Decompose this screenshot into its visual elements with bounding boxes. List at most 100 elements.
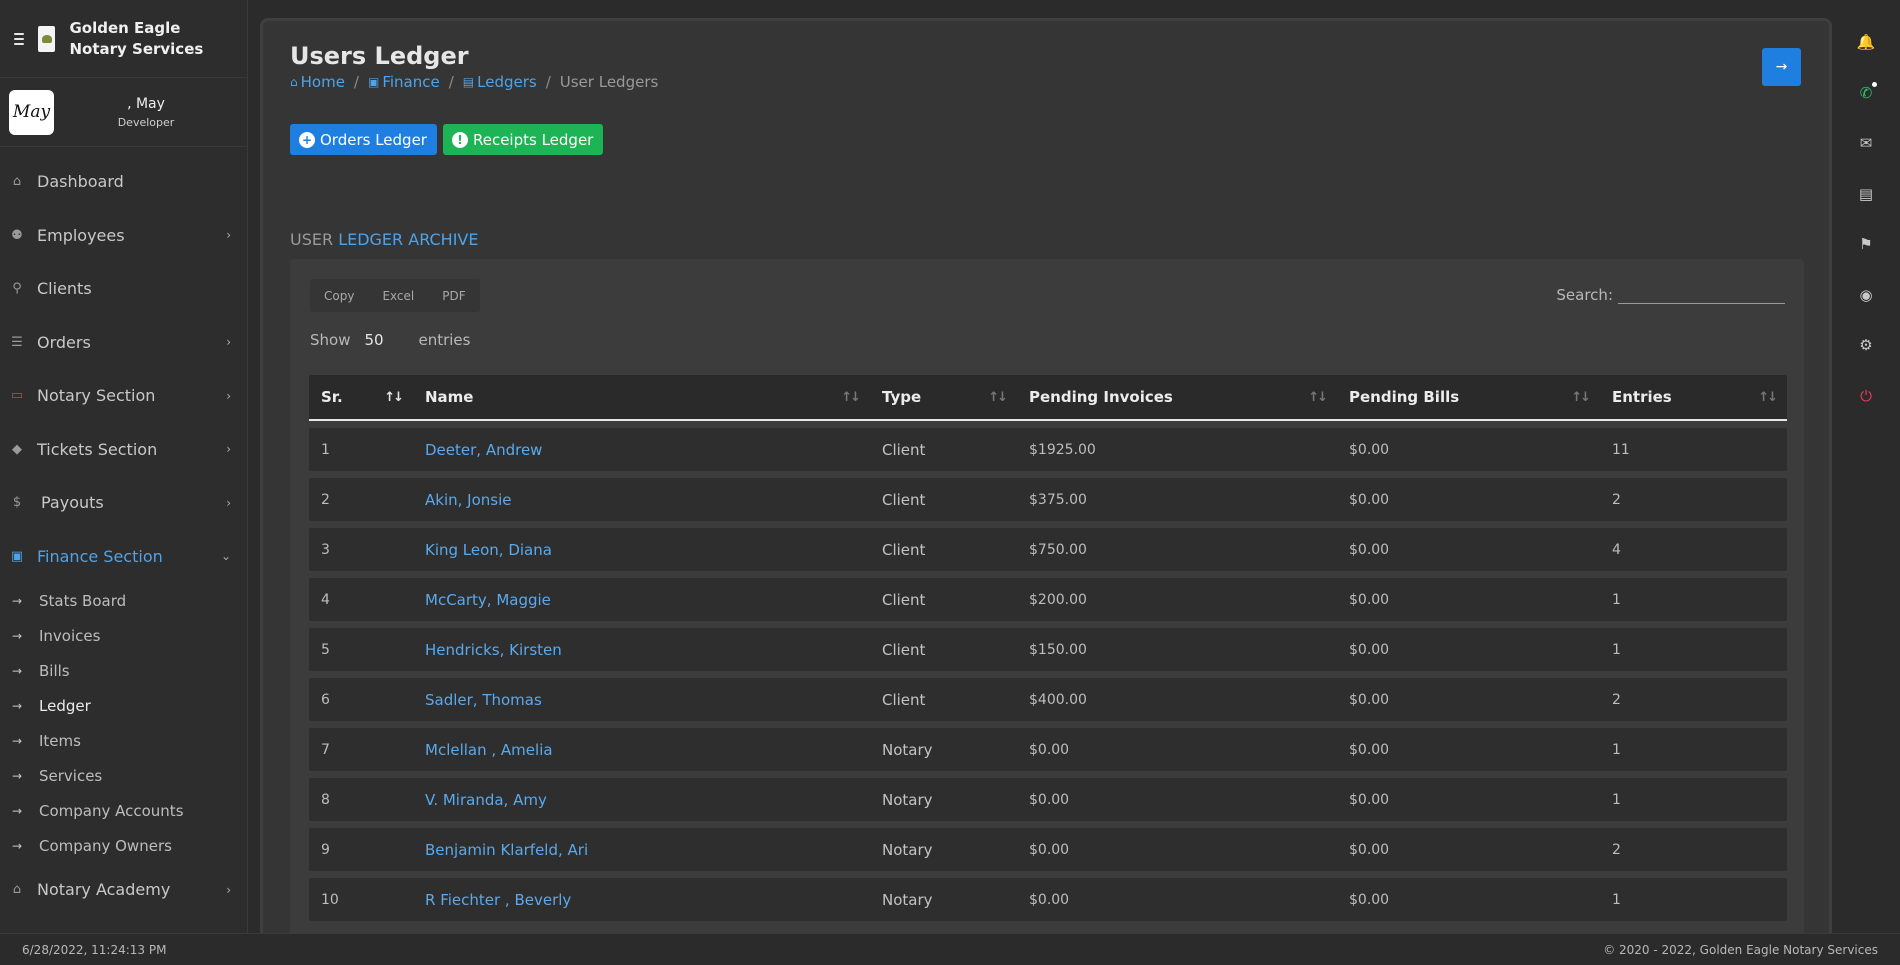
column-header-name[interactable]: Name ↑↓: [413, 375, 870, 419]
sidebar-item-employees[interactable]: ⚉ Employees ›: [0, 209, 247, 263]
chevron-right-icon: ›: [226, 388, 231, 403]
sidebar-subitem-services[interactable]: → Services: [0, 758, 247, 793]
cell-pending-invoices: $1925.00: [1029, 441, 1096, 458]
sidebar-subitem-company-owners[interactable]: → Company Owners: [0, 828, 247, 863]
arrow-right-icon: →: [12, 698, 23, 713]
copy-button[interactable]: Copy: [310, 279, 368, 312]
sidebar-subitem-label: Invoices: [39, 626, 101, 645]
sidebar-subitem-invoices[interactable]: → Invoices: [0, 618, 247, 653]
cell-pending-invoices: $400.00: [1029, 691, 1087, 708]
breadcrumb-finance[interactable]: ▣ Finance: [368, 73, 440, 91]
cell-entries: 1: [1612, 591, 1621, 608]
cell-pending-bills: $0.00: [1349, 841, 1390, 858]
sidebar-item-finance-section[interactable]: ▣ Finance Section ⌄: [0, 530, 247, 584]
cell-sr: 6: [321, 691, 330, 708]
money-icon: ▣: [367, 75, 380, 89]
users-icon: ⚉: [11, 227, 23, 243]
breadcrumb-separator: /: [545, 73, 551, 91]
breadcrumb-home[interactable]: ⌂ Home: [290, 73, 345, 91]
cell-name-link[interactable]: Benjamin Klarfeld, Ari: [413, 841, 870, 859]
button-label: Orders Ledger: [320, 130, 427, 149]
sidebar-item-label: Dashboard: [37, 172, 124, 192]
bell-icon[interactable]: 🔔: [1854, 30, 1878, 54]
cell-pending-bills: $0.00: [1349, 741, 1390, 758]
cell-name-link[interactable]: V. Miranda, Amy: [413, 791, 870, 809]
arrow-right-icon: →: [12, 768, 23, 783]
cell-name-link[interactable]: McCarty, Maggie: [413, 591, 870, 609]
cell-pending-bills: $0.00: [1349, 791, 1390, 808]
excel-button[interactable]: Excel: [368, 279, 428, 312]
cell-pending-invoices: $375.00: [1029, 491, 1087, 508]
exclamation-circle-icon: !: [451, 131, 468, 148]
book-icon[interactable]: ▤: [1854, 182, 1878, 206]
forward-button[interactable]: →: [1762, 48, 1801, 86]
user-circle-icon[interactable]: ◉: [1854, 283, 1878, 307]
user-card[interactable]: May , May Developer: [0, 78, 247, 147]
sidebar-subitem-stats-board[interactable]: → Stats Board: [0, 583, 247, 618]
sidebar-item-notary-section[interactable]: ▭ Notary Section ›: [0, 369, 247, 423]
sidebar-item-clients[interactable]: ⚲ Clients: [0, 262, 247, 316]
cell-entries: 2: [1612, 841, 1621, 858]
cell-type: Client: [882, 540, 926, 559]
settings-icon[interactable]: ⚙: [1854, 333, 1878, 357]
cell-name-link[interactable]: Akin, Jonsie: [413, 491, 870, 509]
cell-sr: 10: [321, 891, 339, 908]
user-name: , May: [127, 95, 165, 112]
column-header-pending-invoices[interactable]: Pending Invoices ↑↓: [1017, 375, 1337, 419]
chevron-right-icon: ›: [226, 495, 231, 510]
pdf-button[interactable]: PDF: [428, 279, 479, 312]
sidebar-subitem-ledger[interactable]: → Ledger: [0, 688, 247, 723]
whatsapp-icon[interactable]: ✆: [1854, 81, 1878, 105]
flag-icon[interactable]: ⚑: [1854, 232, 1878, 256]
orders-ledger-button[interactable]: + Orders Ledger: [290, 124, 437, 155]
column-header-type[interactable]: Type ↑↓: [870, 375, 1017, 419]
cell-sr: 8: [321, 791, 330, 808]
breadcrumb-current: User Ledgers: [559, 73, 659, 91]
breadcrumb-ledgers[interactable]: ▤ Ledgers: [463, 73, 537, 91]
sidebar-item-notary-academy[interactable]: ⌂ Notary Academy ›: [0, 863, 247, 917]
cell-pending-bills: $0.00: [1349, 491, 1390, 508]
cell-name-link[interactable]: R Fiechter , Beverly: [413, 891, 870, 909]
cell-name-link[interactable]: Hendricks, Kirsten: [413, 641, 870, 659]
cell-entries: 11: [1612, 441, 1630, 458]
cell-name-link[interactable]: Sadler, Thomas: [413, 691, 870, 709]
cell-pending-bills: $0.00: [1349, 541, 1390, 558]
sidebar-subitem-company-accounts[interactable]: → Company Accounts: [0, 793, 247, 828]
table-row: 7 Mclellan , Amelia Notary $0.00 $0.00 1: [309, 728, 1787, 771]
button-label: Receipts Ledger: [472, 130, 594, 149]
cell-name-link[interactable]: Mclellan , Amelia: [413, 741, 870, 759]
sidebar-item-orders[interactable]: ☰ Orders ›: [0, 316, 247, 370]
breadcrumb-label: Ledgers: [477, 73, 537, 91]
column-header-pending-bills[interactable]: Pending Bills ↑↓: [1337, 375, 1600, 419]
breadcrumb: ⌂ Home / ▣ Finance / ▤ Ledgers / User Le…: [290, 73, 658, 91]
sidebar-subitem-bills[interactable]: → Bills: [0, 653, 247, 688]
sidebar-subitem-items[interactable]: → Items: [0, 723, 247, 758]
academy-icon: ⌂: [12, 882, 22, 898]
sidebar-item-dashboard[interactable]: ⌂ Dashboard: [0, 155, 247, 209]
search-input[interactable]: [1618, 279, 1785, 304]
power-icon[interactable]: ⏻: [1854, 384, 1878, 408]
column-header-label: Sr.: [321, 388, 343, 406]
table-row: 4 McCarty, Maggie Client $200.00 $0.00 1: [309, 578, 1787, 621]
receipts-ledger-button[interactable]: ! Receipts Ledger: [442, 124, 604, 155]
hamburger-menu-icon[interactable]: [14, 32, 25, 45]
column-header-label: Type: [882, 388, 922, 406]
page-length-select[interactable]: 50: [360, 327, 408, 353]
column-header-sr[interactable]: Sr. ↑↓: [309, 375, 413, 419]
column-header-label: Name: [425, 388, 474, 406]
column-header-entries[interactable]: Entries ↑↓: [1600, 375, 1787, 419]
action-row: + Orders Ledger ! Receipts Ledger: [290, 124, 604, 155]
arrow-right-icon: →: [12, 663, 23, 678]
sidebar-item-tickets-section[interactable]: ◆ Tickets Section ›: [0, 423, 247, 477]
chat-icon[interactable]: ✉: [1854, 131, 1878, 155]
cell-name-link[interactable]: Deeter, Andrew: [413, 441, 870, 459]
cell-entries: 1: [1612, 891, 1621, 908]
sidebar-subitem-label: Services: [39, 766, 103, 785]
breadcrumb-separator: /: [448, 73, 454, 91]
cell-name-link[interactable]: King Leon, Diana: [413, 541, 870, 559]
show-label: Show: [310, 331, 351, 349]
sidebar-item-label: Clients: [37, 279, 92, 299]
arrow-right-icon: →: [12, 593, 23, 608]
cell-pending-bills: $0.00: [1349, 891, 1390, 908]
sidebar-item-payouts[interactable]: $ Payouts ›: [0, 476, 247, 530]
